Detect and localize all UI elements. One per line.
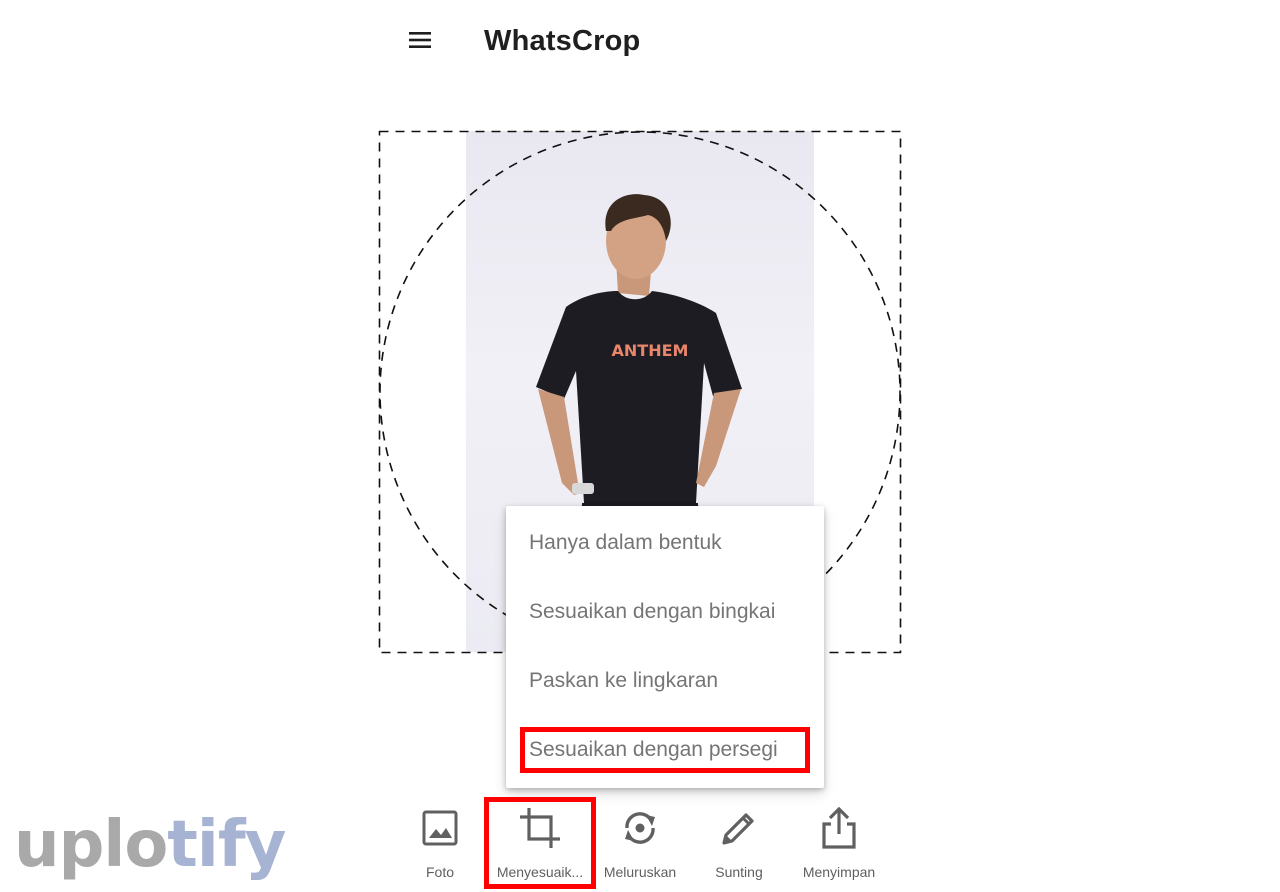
pencil-icon bbox=[717, 806, 761, 850]
hamburger-menu-icon[interactable] bbox=[400, 22, 440, 58]
toolbar-edit-label: Sunting bbox=[715, 864, 763, 880]
menu-item-fit-circle[interactable]: Paskan ke lingkaran bbox=[506, 646, 824, 715]
share-icon bbox=[817, 806, 861, 850]
toolbar-crop-label: Menyesuaik... bbox=[496, 864, 584, 880]
menu-item-fit-frame[interactable]: Sesuaikan dengan bingkai bbox=[506, 577, 824, 646]
toolbar-photo-label: Foto bbox=[425, 864, 454, 880]
menu-item-shape-only[interactable]: Hanya dalam bentuk bbox=[506, 508, 824, 577]
uplotify-watermark-logo: uplotify bbox=[14, 808, 286, 882]
toolbar-save-label: Menyimpan bbox=[802, 864, 876, 880]
rotate-icon bbox=[618, 806, 662, 850]
toolbar-save[interactable]: Menyimpan bbox=[798, 806, 880, 886]
svg-text:ANTHEM: ANTHEM bbox=[612, 341, 689, 360]
toolbar-edit[interactable]: Sunting bbox=[708, 806, 770, 886]
app-title: WhatsCrop bbox=[484, 25, 641, 57]
crop-mode-menu: Hanya dalam bentuk Sesuaikan dengan bing… bbox=[506, 506, 824, 788]
toolbar-crop[interactable]: Menyesuaik... bbox=[489, 806, 591, 886]
toolbar-straighten-label: Meluruskan bbox=[603, 864, 677, 880]
image-icon bbox=[418, 806, 462, 850]
toolbar-photo[interactable]: Foto bbox=[418, 806, 462, 886]
app-screen: WhatsCrop ANTHEM Hanya dalam bentuk Sesu… bbox=[0, 0, 1280, 892]
crop-icon bbox=[518, 806, 562, 850]
toolbar-straighten[interactable]: Meluruskan bbox=[600, 806, 680, 886]
menu-item-fit-square[interactable]: Sesuaikan dengan persegi bbox=[506, 715, 824, 784]
